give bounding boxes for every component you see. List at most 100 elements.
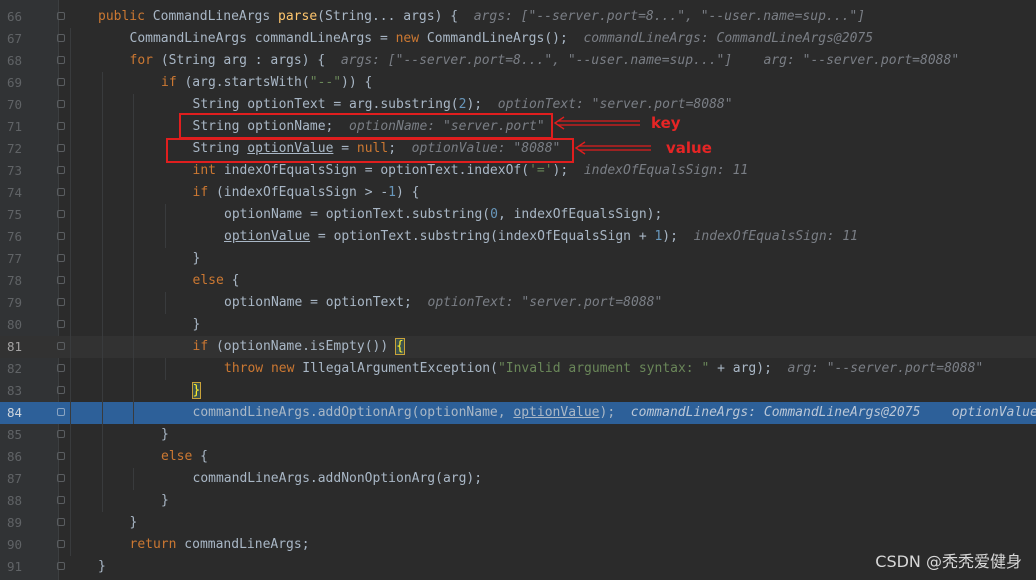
- line-number[interactable]: 90: [0, 534, 22, 556]
- fold-marker-icon[interactable]: [57, 364, 65, 372]
- indent-guide: [70, 402, 71, 424]
- indent-guide: [70, 160, 71, 182]
- indent-guide: [70, 248, 71, 270]
- fold-marker-icon[interactable]: [57, 166, 65, 174]
- line-number[interactable]: 72: [0, 138, 22, 160]
- fold-marker-icon[interactable]: [57, 100, 65, 108]
- code-line[interactable]: 87 commandLineArgs.addNonOptionArg(arg);: [0, 468, 1036, 490]
- fold-marker-icon[interactable]: [57, 56, 65, 64]
- line-number[interactable]: 84: [0, 402, 22, 424]
- line-number[interactable]: 76: [0, 226, 22, 248]
- fold-marker-icon[interactable]: [57, 188, 65, 196]
- code-line[interactable]: 77}: [0, 248, 1036, 270]
- line-number[interactable]: 80: [0, 314, 22, 336]
- fold-marker-icon[interactable]: [57, 342, 65, 350]
- line-number[interactable]: 83: [0, 380, 22, 402]
- fold-marker-icon[interactable]: [57, 540, 65, 548]
- fold-marker-icon[interactable]: [57, 386, 65, 394]
- fold-marker-icon[interactable]: [57, 254, 65, 262]
- fold-marker-icon[interactable]: [57, 34, 65, 42]
- line-number[interactable]: 75: [0, 204, 22, 226]
- line-number[interactable]: 71: [0, 116, 22, 138]
- code-line[interactable]: 84 commandLineArgs.addOptionArg(optionNam…: [0, 402, 1036, 424]
- indent-guide: [70, 72, 71, 94]
- line-number[interactable]: 81: [0, 336, 22, 358]
- code-line[interactable]: 79 optionName = optionText; optionText: "…: [0, 292, 1036, 314]
- code-line[interactable]: 74 if (indexOfEqualsSign > -1) {: [0, 182, 1036, 204]
- indent-guide: [101, 424, 103, 446]
- fold-marker-icon[interactable]: [57, 298, 65, 306]
- line-number[interactable]: 66: [0, 6, 22, 28]
- indent-guide: [70, 28, 71, 50]
- indent-guide: [101, 446, 103, 468]
- line-number[interactable]: 79: [0, 292, 22, 314]
- line-number[interactable]: 88: [0, 490, 22, 512]
- code-token: {: [231, 273, 240, 288]
- indent-guide: [101, 314, 103, 336]
- code-line[interactable]: 69 if (arg.startsWith("--")) {: [0, 72, 1036, 94]
- code-line[interactable]: 67 CommandLineArgs commandLineArgs = new …: [0, 28, 1036, 50]
- fold-marker-icon[interactable]: [57, 496, 65, 504]
- fold-marker-icon[interactable]: [57, 12, 65, 20]
- line-number[interactable]: 91: [0, 556, 22, 578]
- indent-guide: [70, 358, 71, 380]
- line-number[interactable]: 73: [0, 160, 22, 182]
- fold-marker-icon[interactable]: [57, 122, 65, 130]
- line-number[interactable]: 67: [0, 28, 22, 50]
- code-token: }: [192, 317, 201, 332]
- indent-guide: [133, 160, 134, 182]
- fold-marker-icon[interactable]: [57, 144, 65, 152]
- line-number[interactable]: 87: [0, 468, 22, 490]
- code-line[interactable]: 86 else {: [0, 446, 1036, 468]
- line-number[interactable]: 89: [0, 512, 22, 534]
- code-token: optionName = optionText.substring(: [224, 207, 491, 222]
- fold-marker-icon[interactable]: [57, 320, 65, 328]
- code-line[interactable]: 75 optionName = optionText.substring(0, i…: [0, 204, 1036, 226]
- fold-marker-icon[interactable]: [57, 562, 65, 570]
- code-line[interactable]: 88}: [0, 490, 1036, 512]
- indent-guide: [133, 402, 134, 424]
- code-line[interactable]: 66 public CommandLineArgs parse(String...…: [0, 6, 1036, 28]
- code-line[interactable]: 89}: [0, 512, 1036, 534]
- code-line[interactable]: 78 else {: [0, 270, 1036, 292]
- line-number[interactable]: 77: [0, 248, 22, 270]
- code-token: {: [200, 449, 208, 464]
- line-number[interactable]: 68: [0, 50, 22, 72]
- indent-guide: [164, 226, 166, 248]
- fold-marker-icon[interactable]: [57, 78, 65, 86]
- code-token: )) {: [341, 75, 373, 90]
- fold-marker-icon[interactable]: [57, 210, 65, 218]
- indent-guide: [70, 336, 71, 358]
- fold-marker-icon[interactable]: [57, 276, 65, 284]
- fold-marker-icon[interactable]: [57, 452, 65, 460]
- line-number[interactable]: 82: [0, 358, 22, 380]
- indent-guide: [101, 182, 103, 204]
- line-number[interactable]: 78: [0, 270, 22, 292]
- fold-marker-icon[interactable]: [57, 232, 65, 240]
- code-line[interactable]: 82 throw new IllegalArgumentException("In…: [0, 358, 1036, 380]
- code-line[interactable]: 83}: [0, 380, 1036, 402]
- fold-marker-icon[interactable]: [57, 474, 65, 482]
- code-editor[interactable]: 66 public CommandLineArgs parse(String...…: [0, 0, 1036, 580]
- line-number[interactable]: 74: [0, 182, 22, 204]
- fold-marker-icon[interactable]: [57, 518, 65, 526]
- indent-guide: [133, 314, 134, 336]
- line-number[interactable]: 70: [0, 94, 22, 116]
- indent-guide: [101, 116, 103, 138]
- fold-marker-icon[interactable]: [57, 408, 65, 416]
- fold-marker-icon[interactable]: [57, 430, 65, 438]
- code-line[interactable]: 85}: [0, 424, 1036, 446]
- debug-inline-value: commandLineArgs: CommandLineArgs@2075 op…: [615, 405, 1036, 420]
- code-line[interactable]: 68 for (String arg : args) { args: ["--se…: [0, 50, 1036, 72]
- code-line[interactable]: 80}: [0, 314, 1036, 336]
- code-line[interactable]: 76 optionValue = optionText.substring(ind…: [0, 226, 1036, 248]
- code-token: (arg.startsWith(: [184, 75, 310, 90]
- line-number[interactable]: 85: [0, 424, 22, 446]
- code-line[interactable]: 73 int indexOfEqualsSign = optionText.ind…: [0, 160, 1036, 182]
- code-line[interactable]: 81 if (optionName.isEmpty()) {: [0, 336, 1036, 358]
- line-number[interactable]: 86: [0, 446, 22, 468]
- code-token: (indexOfEqualsSign > -: [215, 185, 389, 200]
- line-number[interactable]: 69: [0, 72, 22, 94]
- code-token: optionName = optionText;: [224, 295, 412, 310]
- code-text: }: [98, 556, 106, 578]
